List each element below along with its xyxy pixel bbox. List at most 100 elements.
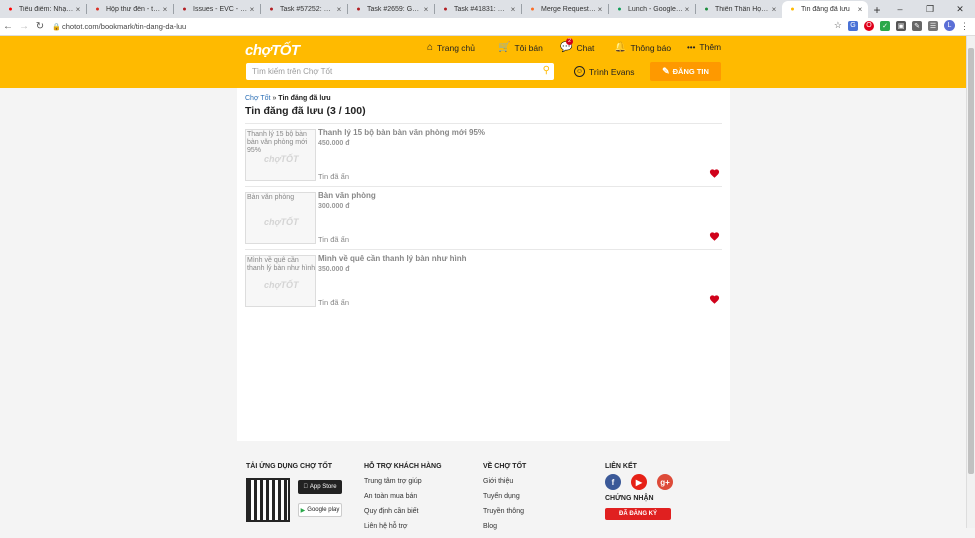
browser-tab-title: Tiêu điểm: Nhạc nh (19, 6, 74, 13)
reload-icon[interactable]: ↻ (32, 21, 48, 32)
footer-app-column: TẢI ỨNG DỤNG CHỢ TỐT App Store ▶Google … (246, 463, 342, 522)
browser-tab[interactable]: ● Task #57252: Mái b × (261, 1, 347, 18)
browser-tab[interactable]: ● Lunch - Google She× (609, 1, 695, 18)
search-input[interactable]: Tìm kiếm trên Chợ Tốt ⚲ (246, 63, 554, 80)
extensions: ☆ G O ✓ ▣ ✎ ☰ L (834, 20, 955, 31)
menu-notifications[interactable]: 🔔 Thông báo (614, 42, 671, 53)
ad-title[interactable]: Thanh lý 15 bộ bàn bàn văn phòng mới 95% (318, 128, 485, 137)
browser-tab[interactable]: ● Merge Requests · E× (522, 1, 608, 18)
menu-more[interactable]: ••• Thêm (687, 42, 721, 52)
social-links: f ▶ g+ (605, 474, 673, 490)
youtube-icon[interactable]: ▶ (631, 474, 647, 490)
ad-status: Tin đã ẩn (318, 235, 349, 244)
ad-thumbnail[interactable]: Mình về quê cần thanh lý bàn như hình chợ… (245, 255, 316, 307)
restore-icon[interactable]: ❐ (915, 0, 945, 18)
search-icon[interactable]: ⚲ (543, 65, 550, 76)
browser-tab-bar: ● Tiêu điểm: Nhạc nh × ● Hộp thư đến - trinh… (0, 0, 975, 18)
browser-tab[interactable]: ● Task #41831: GĐ - H× (435, 1, 521, 18)
footer-support-column: HỖ TRỢ KHÁCH HÀNG Trung tâm trợ giúp An … (364, 463, 442, 538)
registered-badge[interactable]: ĐÃ ĐĂNG KÝ (605, 508, 671, 520)
app-store-label: App Store (307, 484, 337, 490)
media-icon[interactable]: ☰ (928, 20, 938, 31)
menu-home[interactable]: ⌂ Trang chủ (427, 42, 475, 53)
page-scrollbar[interactable] (966, 36, 975, 528)
browser-tab-title: Task #41831: GĐ - H (454, 6, 509, 13)
back-icon[interactable]: ← (0, 21, 16, 32)
screenshot-extension-icon[interactable]: ▣ (896, 20, 906, 31)
page-title: Tin đăng đã lưu (3 / 100) (245, 105, 366, 117)
browser-tab-title: Merge Requests · E (541, 6, 596, 13)
breadcrumb-home-link[interactable]: Chợ Tốt (245, 95, 270, 102)
browser-tab-title: Hộp thư đến - trinh (106, 6, 161, 13)
ad-thumbnail[interactable]: Thanh lý 15 bộ bàn bàn văn phòng mới 95%… (245, 129, 316, 181)
close-tab-icon[interactable]: × (596, 5, 604, 14)
browser-tab[interactable]: ● Hộp thư đến - trinh × (87, 1, 173, 18)
google-plus-icon[interactable]: g+ (657, 474, 673, 490)
profile-avatar[interactable]: L (944, 20, 955, 31)
forward-icon[interactable]: → (16, 21, 32, 32)
star-icon[interactable]: ☆ (834, 20, 842, 31)
close-tab-icon[interactable]: × (683, 5, 691, 14)
browser-tab[interactable]: ● Issues - EVC - LIFET× (174, 1, 260, 18)
new-tab-button[interactable]: + (868, 1, 886, 18)
browser-menu-icon[interactable]: ⋮ (960, 21, 969, 32)
browser-tab[interactable]: ● Tin đăng đã lưu × (782, 1, 868, 18)
opera-icon[interactable]: O (864, 20, 874, 31)
browser-tab-title: Tin đăng đã lưu (801, 6, 850, 13)
facebook-icon[interactable]: f (605, 474, 621, 490)
menu-chat[interactable]: 💬 2 Chat (560, 38, 594, 53)
close-tab-icon[interactable]: × (248, 5, 256, 14)
close-tab-icon[interactable]: × (422, 5, 430, 14)
ad-price: 450.000 đ (318, 140, 350, 147)
translate-icon[interactable]: G (848, 20, 858, 31)
app-store-button[interactable]: App Store (298, 480, 342, 494)
close-tab-icon[interactable]: × (335, 5, 343, 14)
google-play-button[interactable]: ▶ Google play (298, 503, 342, 517)
saved-heart-icon[interactable] (709, 294, 720, 305)
close-tab-icon[interactable]: × (856, 5, 864, 14)
browser-tab[interactable]: ● Task #2659: GĐ - H× (348, 1, 434, 18)
site-logo[interactable]: chợTỐT (245, 42, 300, 59)
saved-heart-icon[interactable] (709, 231, 720, 242)
saved-ad-row[interactable]: Thanh lý 15 bộ bàn bàn văn phòng mới 95%… (245, 123, 722, 186)
footer-link[interactable]: Liên hệ hỗ trợ (364, 523, 442, 538)
footer-link[interactable]: Truyền thông (483, 508, 526, 523)
redmine-icon: ● (443, 6, 448, 13)
saved-ad-row[interactable]: Bàn văn phòng chợTỐT Bàn văn phòng 300.000 … (245, 186, 722, 249)
minimize-icon[interactable]: – (885, 0, 915, 18)
footer-link[interactable]: An toàn mua bán (364, 493, 442, 508)
menu-my-ads[interactable]: 🛒 Tôi bán (498, 42, 543, 53)
footer-link[interactable]: Trung tâm trợ giúp (364, 478, 442, 493)
bell-icon: 🔔 (614, 42, 627, 53)
ad-title[interactable]: Mình về quê cần thanh lý bàn như hình (318, 254, 466, 263)
ad-thumbnail[interactable]: Bàn văn phòng chợTỐT (245, 192, 316, 244)
user-menu[interactable]: ☺ Trình Evans (574, 66, 635, 77)
site-footer: TẢI ỨNG DỤNG CHỢ TỐT App Store ▶Google … (0, 455, 966, 530)
lock-icon: 🔒 (52, 23, 61, 31)
scrollbar-thumb[interactable] (968, 48, 974, 474)
browser-tab-title: Issues - EVC - LIFET (193, 6, 248, 13)
redmine-icon: ● (356, 6, 361, 13)
saved-ad-row[interactable]: Mình về quê cần thanh lý bàn như hình chợ… (245, 249, 722, 312)
footer-link[interactable]: Blog (483, 523, 526, 538)
user-name: Trình Evans (589, 66, 635, 77)
close-tab-icon[interactable]: × (161, 5, 169, 14)
saved-heart-icon[interactable] (709, 168, 720, 179)
url-bar[interactable]: 🔒 chotot.com/bookmark/tin-dang-da-luu (52, 20, 812, 34)
green-extension-icon[interactable]: ✓ (880, 20, 890, 31)
close-window-icon[interactable]: ✕ (945, 0, 975, 18)
footer-links-column: LIÊN KẾT f ▶ g+ CHỨNG NHẬN ĐÃ ĐĂNG KÝ (605, 463, 673, 520)
close-tab-icon[interactable]: × (509, 5, 517, 14)
redmine-icon: ● (269, 6, 274, 13)
footer-link[interactable]: Giới thiệu (483, 478, 526, 493)
close-tab-icon[interactable]: × (770, 5, 778, 14)
post-ad-button[interactable]: ✎ ĐĂNG TIN (650, 62, 721, 81)
basket-icon: 🛒 (498, 42, 511, 53)
footer-link[interactable]: Quy định cần biết (364, 508, 442, 523)
browser-tab[interactable]: ● Tiêu điểm: Nhạc nh × (0, 1, 86, 18)
close-tab-icon[interactable]: × (74, 5, 82, 14)
browser-tab[interactable]: ● Thiên Thần Học Việ× (696, 1, 782, 18)
footer-link[interactable]: Tuyển dụng (483, 493, 526, 508)
puzzle-icon[interactable]: ✎ (912, 20, 922, 31)
ad-title[interactable]: Bàn văn phòng (318, 191, 376, 200)
